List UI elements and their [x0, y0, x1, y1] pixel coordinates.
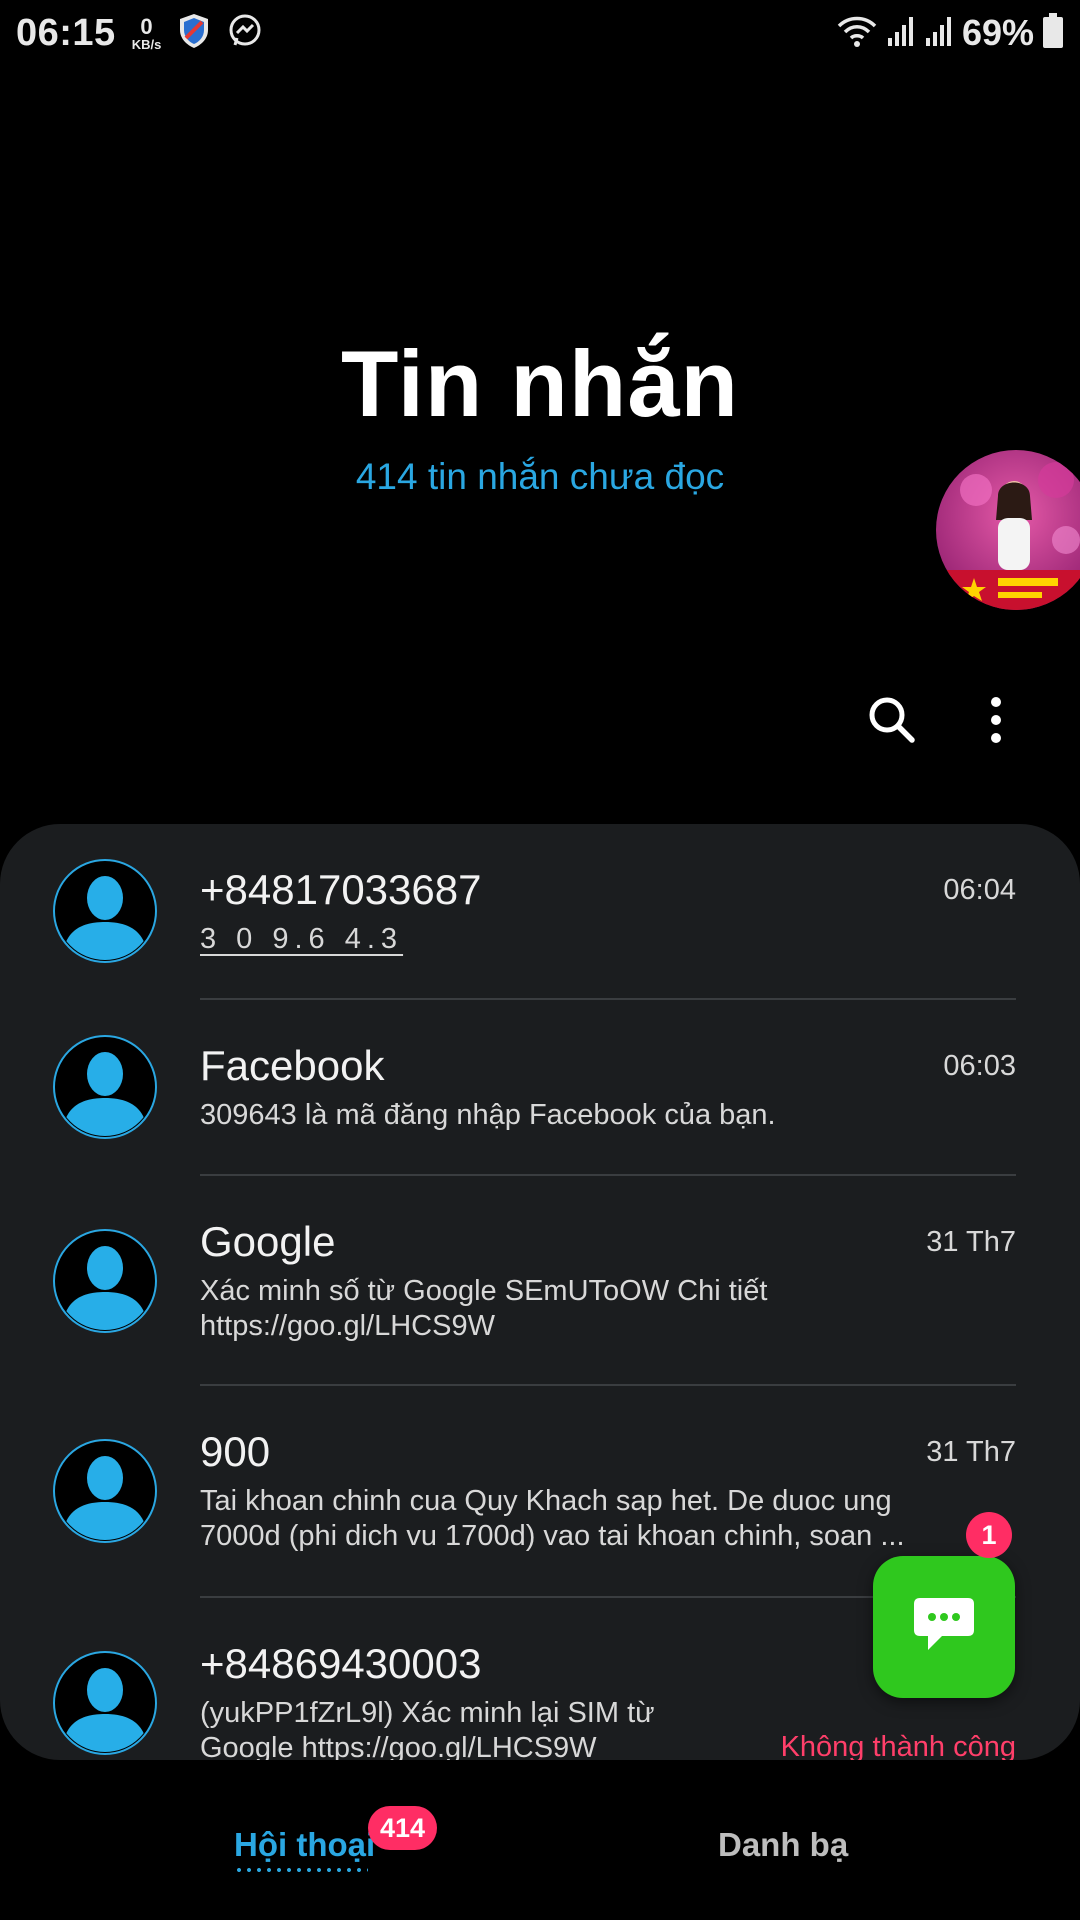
battery-percent: 69%: [961, 12, 1034, 53]
contact-name: 900: [200, 1428, 271, 1475]
tab-contacts[interactable]: Danh bạ: [718, 1826, 848, 1864]
message-preview-line-1: Tai khoan chinh cua Quy Khach sap het. D…: [200, 1485, 892, 1517]
tab-conversations[interactable]: Hội thoại: [234, 1826, 375, 1864]
message-preview: 309643 là mã đăng nhập Facebook của bạn.: [200, 1099, 776, 1131]
more-vert-icon[interactable]: [966, 690, 1026, 750]
unread-count-subtitle: 414 tin nhắn chưa đọc: [355, 456, 725, 497]
send-failed-status: Không thành công: [780, 1731, 1016, 1760]
message-time: 31 Th7: [926, 1226, 1016, 1258]
signal-icon: [886, 14, 916, 53]
search-icon[interactable]: [862, 690, 922, 750]
profile-avatar[interactable]: [936, 450, 1080, 610]
conversation-item[interactable]: Facebook 06:03 309643 là mã đăng nhập Fa…: [0, 1000, 1080, 1176]
message-time: 06:04: [943, 874, 1016, 906]
conversation-item[interactable]: +84817033687 06:04 3 0 9.6 4.3: [0, 824, 1080, 1000]
contact-avatar-icon: [52, 858, 158, 964]
contact-name: +84869430003: [200, 1640, 482, 1687]
contact-name: Facebook: [200, 1042, 385, 1089]
battery-icon: [1042, 12, 1064, 54]
message-preview-line-2: 7000d (phi dich vu 1700d) vao tai khoan …: [200, 1520, 905, 1552]
message-preview-line-2: Google https://goo.gl/LHCS9W: [200, 1732, 597, 1760]
unread-badge: 414: [368, 1806, 438, 1850]
page-title: Tin nhắn: [341, 331, 739, 436]
messenger-icon: [227, 13, 263, 54]
message-preview-line-2: https://goo.gl/LHCS9W: [200, 1310, 495, 1342]
message-time: 06:03: [943, 1050, 1016, 1082]
bottom-navigation: Hội thoại Danh bạ: [0, 1760, 1080, 1920]
shield-app-icon: [177, 12, 211, 55]
contact-avatar-icon: [52, 1438, 158, 1544]
signal-icon: [924, 14, 954, 53]
compose-message-button[interactable]: [873, 1556, 1015, 1698]
message-preview-line-1: (yukPP1fZrL9l) Xác minh lại SIM từ: [200, 1697, 655, 1729]
conversation-item[interactable]: Google 31 Th7 Xác minh số từ Google SEmU…: [0, 1176, 1080, 1386]
message-preview: 3 0 9.6 4.3: [200, 923, 404, 955]
message-time: 31 Th7: [926, 1436, 1016, 1468]
status-bar: 06:15 0 KB/s 69%: [0, 0, 1080, 66]
contact-name: +84817033687: [200, 866, 482, 913]
contact-avatar-icon: [52, 1228, 158, 1334]
contact-avatar-icon: [52, 1650, 158, 1756]
message-preview-line-1: Xác minh số từ Google SEmUToOW Chi tiết: [200, 1275, 768, 1307]
contact-name: Google: [200, 1218, 336, 1265]
status-time: 06:15: [16, 11, 116, 54]
wifi-icon: [836, 14, 878, 53]
notification-badge: 1: [966, 1512, 1012, 1558]
contact-avatar-icon: [52, 1034, 158, 1140]
chat-bubble-icon: [912, 1596, 976, 1659]
active-tab-indicator: [234, 1868, 368, 1872]
network-speed: 0 KB/s: [131, 13, 162, 52]
